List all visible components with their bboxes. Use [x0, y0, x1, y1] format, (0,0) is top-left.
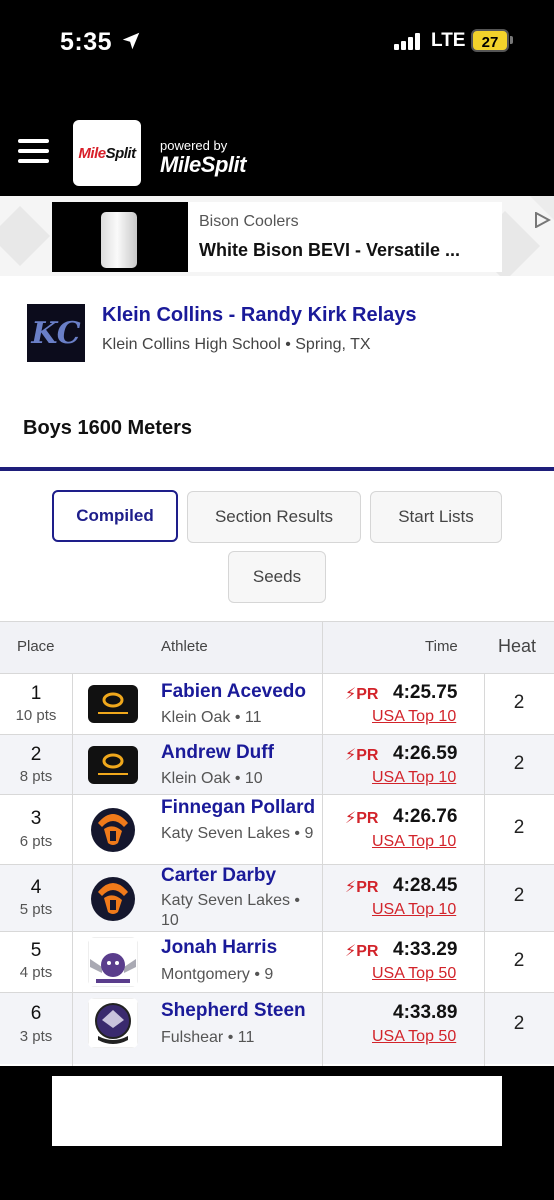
tab-compiled[interactable]: Compiled — [52, 490, 178, 542]
column-divider — [72, 673, 73, 1066]
athlete-team: Katy Seven Lakes • 9 — [161, 825, 314, 842]
ad-image — [52, 202, 188, 272]
table-row[interactable]: 4 5 pts Carter Darby Katy Seven Lakes • … — [0, 864, 554, 931]
main-content: Bison Coolers White Bison BEVI - Versati… — [0, 196, 554, 1066]
finish-time: 4:26.59 — [393, 743, 458, 764]
tab-start-lists[interactable]: Start Lists — [370, 491, 502, 543]
table-row[interactable]: 6 3 pts Shepherd Steen Fulshear • 11 4:3… — [0, 992, 554, 1064]
battery-icon: 27 — [471, 29, 509, 52]
meet-title[interactable]: Klein Collins - Randy Kirk Relays — [102, 304, 417, 327]
seven-lakes-logo — [88, 872, 138, 924]
points: 5 pts — [19, 901, 53, 918]
signal-icon — [394, 32, 426, 50]
rank-link[interactable]: USA Top 10 — [372, 708, 456, 726]
menu-icon[interactable] — [18, 139, 49, 163]
ad-title: White Bison BEVI - Versatile ... — [199, 240, 461, 260]
bottom-ad-slot[interactable] — [52, 1076, 502, 1146]
place-number: 1 — [30, 683, 42, 704]
athlete-team: Katy Seven Lakes • 10 — [161, 892, 301, 929]
athlete-name[interactable]: Fabien Acevedo — [161, 681, 306, 703]
place-number: 6 — [30, 1003, 42, 1024]
table-header: Place Athlete Time Heat — [0, 621, 554, 673]
athlete-name[interactable]: Jonah Harris — [161, 937, 277, 959]
place-number: 5 — [30, 940, 42, 961]
pr-badge: ⚡PR — [345, 747, 379, 764]
meet-location: Klein Collins High School • Spring, TX — [102, 336, 371, 353]
heat-number: 2 — [513, 1013, 525, 1034]
pr-badge: ⚡PR — [345, 686, 379, 703]
points: 4 pts — [19, 964, 53, 981]
rank-link[interactable]: USA Top 10 — [372, 901, 456, 919]
header-heat: Heat — [498, 636, 537, 656]
athlete-team: Fulshear • 11 — [161, 1029, 255, 1046]
header-athlete: Athlete — [161, 638, 208, 655]
finish-time: 4:25.75 — [393, 682, 458, 703]
athlete-name[interactable]: Shepherd Steen — [161, 1000, 306, 1022]
place-number: 2 — [30, 744, 42, 765]
points: 6 pts — [19, 833, 53, 850]
seven-lakes-logo — [88, 803, 138, 855]
rank-link[interactable]: USA Top 10 — [372, 769, 456, 787]
finish-time: 4:33.29 — [393, 939, 458, 960]
table-row[interactable]: 2 8 pts Andrew Duff Klein Oak • 10 ⚡PR 4… — [0, 734, 554, 794]
finish-time: 4:26.76 — [393, 806, 458, 827]
finish-time: 4:28.45 — [393, 875, 458, 896]
table-row[interactable]: 1 10 pts Fabien Acevedo Klein Oak • 11 ⚡… — [0, 673, 554, 734]
pr-badge: ⚡PR — [345, 943, 379, 960]
status-bar: 5:35 LTE 27 — [0, 0, 554, 110]
cooler-image — [101, 212, 137, 268]
network-type: LTE — [431, 30, 466, 51]
pr-badge: ⚡PR — [345, 879, 379, 896]
athlete-name[interactable]: Finnegan Pollard — [161, 797, 315, 819]
milesplit-logo[interactable]: MileSplit — [73, 120, 141, 186]
table-row[interactable]: 5 4 pts Jonah Harris Montgomery • 9 ⚡PR … — [0, 931, 554, 992]
points: 10 pts — [15, 707, 57, 724]
points: 8 pts — [19, 768, 53, 785]
event-divider — [0, 467, 554, 471]
klein-oak-logo — [88, 685, 138, 723]
powered-by-label: powered by — [160, 138, 228, 153]
column-divider — [322, 621, 323, 1066]
location-arrow-icon — [122, 32, 140, 50]
finish-time: 4:33.89 — [393, 1002, 458, 1023]
rank-link[interactable]: USA Top 50 — [372, 1028, 456, 1046]
tab-seeds[interactable]: Seeds — [228, 551, 326, 603]
status-time: 5:35 — [60, 28, 113, 56]
heat-number: 2 — [513, 885, 525, 906]
athlete-team: Klein Oak • 10 — [161, 770, 263, 787]
points: 3 pts — [19, 1028, 53, 1045]
header-time: Time — [425, 638, 458, 655]
heat-number: 2 — [513, 692, 525, 713]
ad-banner[interactable]: Bison Coolers White Bison BEVI - Versati… — [52, 202, 551, 272]
athlete-name[interactable]: Andrew Duff — [161, 742, 274, 764]
rank-link[interactable]: USA Top 50 — [372, 965, 456, 983]
klein-oak-logo — [88, 746, 138, 784]
athlete-name[interactable]: Carter Darby — [161, 865, 276, 887]
heat-number: 2 — [513, 817, 525, 838]
bottom-ad-bar — [0, 1066, 554, 1200]
app-header: MileSplit powered by MileSplit — [0, 110, 554, 196]
powered-by-brand: MileSplit — [160, 152, 246, 177]
battery-tip — [510, 36, 513, 44]
tab-section-results[interactable]: Section Results — [187, 491, 361, 543]
table-row[interactable]: 3 6 pts Finnegan Pollard Katy Seven Lake… — [0, 794, 554, 864]
column-divider — [484, 673, 485, 1066]
heat-number: 2 — [513, 950, 525, 971]
heat-number: 2 — [513, 753, 525, 774]
meet-logo: KC — [27, 304, 85, 362]
place-number: 3 — [30, 808, 42, 829]
header-place: Place — [17, 638, 55, 655]
athlete-team: Montgomery • 9 — [161, 966, 274, 983]
pr-badge: ⚡PR — [345, 810, 379, 827]
ad-choices-icon[interactable] — [533, 212, 551, 228]
fulshear-logo — [88, 998, 138, 1048]
rank-link[interactable]: USA Top 10 — [372, 833, 456, 851]
montgomery-logo — [88, 937, 138, 987]
ad-brand: Bison Coolers — [199, 213, 299, 230]
athlete-team: Klein Oak • 11 — [161, 709, 262, 726]
event-title: Boys 1600 Meters — [23, 417, 192, 439]
place-number: 4 — [30, 877, 42, 898]
